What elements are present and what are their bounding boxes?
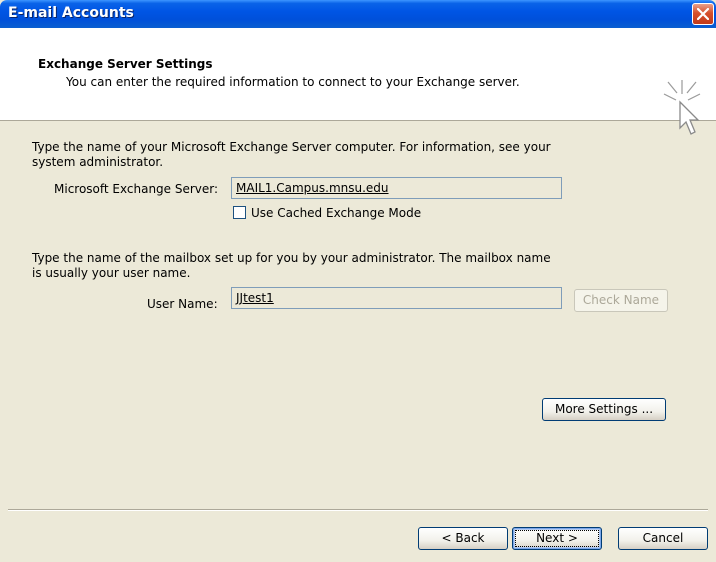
cached-mode-checkbox[interactable] [233,206,246,219]
wizard-header: Exchange Server Settings You can enter t… [0,28,716,135]
wizard-cursor-icon [660,78,704,141]
window-title: E-mail Accounts [8,5,134,21]
user-name-label: User Name: [147,297,218,311]
exchange-server-label: Microsoft Exchange Server: [54,182,219,196]
email-accounts-dialog: E-mail Accounts Exchange Server Settings… [0,0,716,562]
mailbox-instruction-line1: Type the name of the mailbox set up for … [32,251,551,265]
exchange-server-value: MAIL1.Campus.mnsu.edu [236,181,389,195]
server-instruction-line2: system administrator. [32,155,164,169]
mailbox-instruction-line2: is usually your user name. [32,266,191,280]
next-button[interactable]: Next > [512,527,602,550]
footer-separator [8,509,708,511]
header-title: Exchange Server Settings [38,57,213,71]
close-button[interactable] [692,3,714,25]
exchange-server-field[interactable]: MAIL1.Campus.mnsu.edu [231,177,562,199]
user-name-value: JJtest1 [236,291,274,305]
header-description: You can enter the required information t… [66,75,520,89]
cancel-button[interactable]: Cancel [618,527,708,550]
user-name-field[interactable]: JJtest1 [231,287,562,309]
back-button[interactable]: < Back [418,527,508,550]
server-instruction-line1: Type the name of your Microsoft Exchange… [32,140,551,154]
title-bar[interactable]: E-mail Accounts [0,0,716,28]
cached-mode-label[interactable]: Use Cached Exchange Mode [251,206,421,221]
more-settings-button[interactable]: More Settings ... [542,398,666,421]
check-name-button[interactable]: Check Name [574,289,668,312]
